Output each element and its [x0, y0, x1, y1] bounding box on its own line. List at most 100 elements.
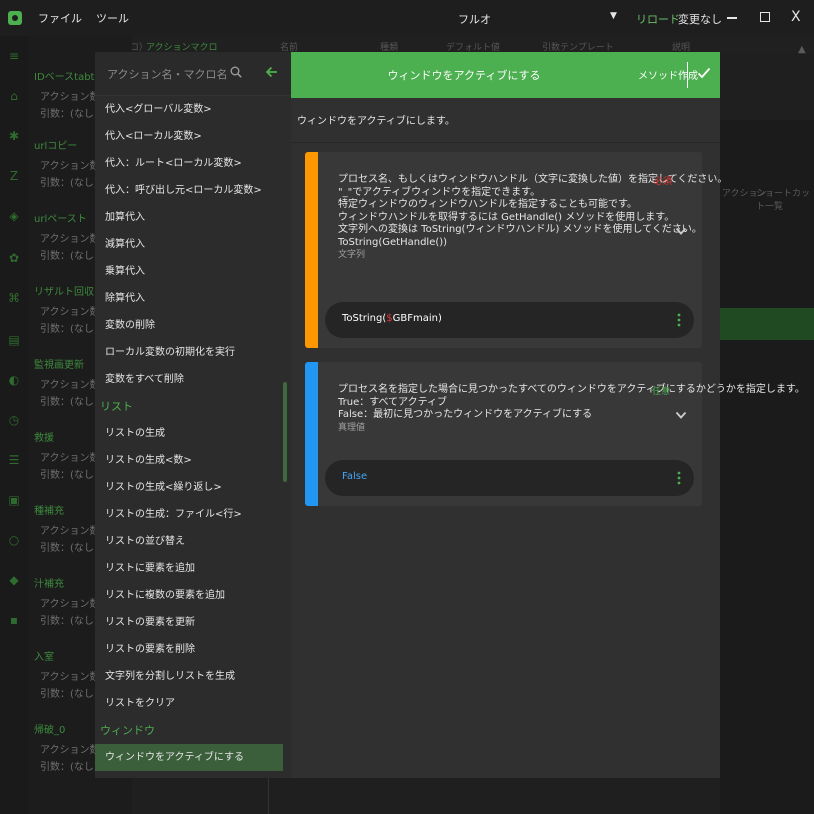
bg-macro-args: 引数：(なし): [40, 543, 98, 554]
action-list-item[interactable]: 加算代入: [95, 204, 283, 231]
action-list-item[interactable]: ウィンドウをアクティブにする: [95, 744, 283, 771]
app-logo-icon: [8, 11, 22, 25]
action-detail-panel: ウィンドウをアクティブにする メソッド作成 ウィンドウをアクティブにします。 プ…: [291, 52, 805, 778]
parameter-type: 文字列: [338, 250, 366, 260]
action-list-item[interactable]: リストに複数の要素を追加: [95, 582, 283, 609]
search-input[interactable]: [107, 64, 227, 84]
value-part: False: [342, 471, 368, 482]
action-list-item[interactable]: 代入：ルート<ローカル変数>: [95, 150, 283, 177]
gear-icon[interactable]: ✱: [8, 130, 20, 142]
bg-macro-title[interactable]: urlコピー: [34, 137, 77, 152]
action-list-item[interactable]: 変数をすべて削除: [95, 366, 283, 393]
action-list-item[interactable]: 変数の削除: [95, 312, 283, 339]
bg-macro-args: 引数：(なし): [40, 109, 98, 120]
action-list-item[interactable]: リストの生成<繰り返し>: [95, 474, 283, 501]
action-list-item[interactable]: 代入：呼び出し元<ローカル変数>: [95, 177, 283, 204]
search-icon[interactable]: [230, 66, 242, 78]
action-list-item[interactable]: 除算代入: [95, 285, 283, 312]
required-badge: 任意: [652, 387, 671, 397]
parameter-value[interactable]: False: [342, 471, 367, 482]
action-list-item[interactable]: リストの生成: [95, 420, 283, 447]
action-list-item[interactable]: リストの生成：ファイル<行>: [95, 501, 283, 528]
parameter-accent-bar: [305, 362, 318, 506]
action-list-item[interactable]: リストの生成<数>: [95, 447, 283, 474]
save-icon[interactable]: ▪: [8, 614, 20, 626]
action-list-item[interactable]: リストの要素を更新: [95, 609, 283, 636]
list-icon[interactable]: ☰: [8, 454, 20, 466]
title-bar: ファイル ツール フルオ ▼ リロード 変更なし X: [0, 0, 814, 36]
detail-title: ウィンドウをアクティブにする: [387, 69, 541, 82]
action-list-item[interactable]: 代入<グローバル変数>: [95, 96, 283, 123]
action-list-item[interactable]: ローカル変数の初期化を実行: [95, 339, 283, 366]
bg-macro-title[interactable]: urlペースト: [34, 210, 87, 225]
parameter-description-line: ウィンドウハンドルを取得するには GetHandle() メソッドを使用します。: [338, 211, 675, 223]
window-title: フルオ: [458, 13, 491, 26]
gamepad-icon[interactable]: ◐: [8, 374, 20, 386]
bg-macro-title[interactable]: 救援: [34, 429, 54, 444]
parameter-value[interactable]: ToString($GBFmain): [342, 313, 442, 324]
action-description: ウィンドウをアクティブにします。: [297, 116, 455, 127]
profile-dropdown-icon[interactable]: ▼: [610, 11, 617, 21]
bg-macro-args: 引数：(なし): [40, 324, 98, 335]
bg-macro-title[interactable]: 汁補充: [34, 575, 64, 590]
menu-file[interactable]: ファイル: [38, 10, 82, 26]
parameter-description-line: プロセス名を指定した場合に見つかったすべてのウィンドウをアクティブにするかどうか…: [338, 384, 805, 395]
more-options-icon[interactable]: [677, 312, 681, 328]
bg-macro-args: 引数：(なし): [40, 397, 98, 408]
action-list-item[interactable]: 乗算代入: [95, 258, 283, 285]
action-list-item[interactable]: リストの並び替え: [95, 528, 283, 555]
search-box: [95, 52, 291, 96]
maximize-icon[interactable]: [760, 12, 770, 22]
bg-macro-title[interactable]: 帰破_0: [34, 721, 65, 736]
menu-tools[interactable]: ツール: [96, 10, 129, 26]
bg-macro-args: 引数：(なし): [40, 470, 98, 481]
parameter-value-field[interactable]: ToString($GBFmain): [325, 302, 694, 338]
close-icon[interactable]: X: [791, 9, 801, 25]
timer-icon[interactable]: ◷: [8, 414, 20, 426]
action-list-item[interactable]: リストの要素を削除: [95, 636, 283, 663]
keyboard-icon[interactable]: ▤: [8, 334, 20, 346]
parameter-accent-bar: [305, 152, 318, 348]
value-part: GBFmain): [392, 313, 442, 324]
bg-right-label: ショートカット一覧: [756, 189, 811, 212]
bg-macro-title[interactable]: 種補充: [34, 502, 64, 517]
home-icon[interactable]: ⌂: [8, 90, 20, 102]
action-list-item[interactable]: 減算代入: [95, 231, 283, 258]
parameter-value-field[interactable]: False: [325, 460, 694, 496]
action-list-item[interactable]: 文字列を分割しリストを生成: [95, 663, 283, 690]
settings-icon[interactable]: ✿: [8, 252, 20, 264]
action-list-item[interactable]: リストをクリア: [95, 690, 283, 717]
action-picker-panel: 代入<グローバル変数>代入<ローカル変数>代入：ルート<ローカル変数>代入：呼び…: [95, 52, 291, 778]
command-icon[interactable]: ⌘: [8, 292, 20, 304]
detail-header: ウィンドウをアクティブにする メソッド作成: [291, 52, 720, 98]
circle-icon[interactable]: ○: [8, 534, 20, 546]
action-list-item[interactable]: リストに要素を追加: [95, 555, 283, 582]
package-icon[interactable]: ◆: [8, 574, 20, 586]
method-create-button[interactable]: メソッド作成: [638, 67, 698, 82]
scrollbar-thumb[interactable]: [283, 382, 287, 482]
parameter-description-line: True：すべてアクティブ: [338, 396, 448, 408]
back-arrow-icon[interactable]: [264, 64, 280, 80]
parameter-description: プロセス名を指定した場合に見つかったすべてのウィンドウをアクティブにするかどうか…: [338, 384, 805, 434]
sleep-icon[interactable]: Z: [8, 170, 20, 182]
bg-macro-title[interactable]: 入室: [34, 648, 54, 663]
reload-button[interactable]: リロード: [636, 11, 680, 27]
more-options-icon[interactable]: [677, 470, 681, 486]
parameter-card: プロセス名を指定した場合に見つかったすべてのウィンドウをアクティブにするかどうか…: [305, 362, 805, 506]
change-status: 変更なし: [678, 13, 722, 26]
chevron-down-icon[interactable]: [674, 224, 688, 238]
chevron-down-icon[interactable]: [674, 408, 688, 422]
check-icon[interactable]: [696, 65, 712, 81]
bg-macro-args: 引数：(なし): [40, 762, 98, 773]
menu-icon[interactable]: ≡: [8, 50, 20, 62]
parameter-card: プロセス名、もしくはウィンドウハンドル（文字に変換した値）を指定してください。 "…: [305, 152, 727, 348]
bg-macro-title[interactable]: 監視画更新: [34, 356, 84, 371]
bg-macro-title[interactable]: リザルト回収: [34, 283, 94, 298]
action-list-item[interactable]: 代入<ローカル変数>: [95, 123, 283, 150]
bg-macro-args: 引数：(なし): [40, 251, 98, 262]
parameter-description-line: 特定ウィンドウのウィンドウハンドルを指定することも可能です。: [338, 199, 637, 210]
image-icon[interactable]: ▣: [8, 494, 20, 506]
shield-icon[interactable]: ◈: [8, 210, 20, 222]
collapse-icon[interactable]: ▲: [798, 44, 806, 55]
minimize-icon[interactable]: [727, 17, 737, 19]
